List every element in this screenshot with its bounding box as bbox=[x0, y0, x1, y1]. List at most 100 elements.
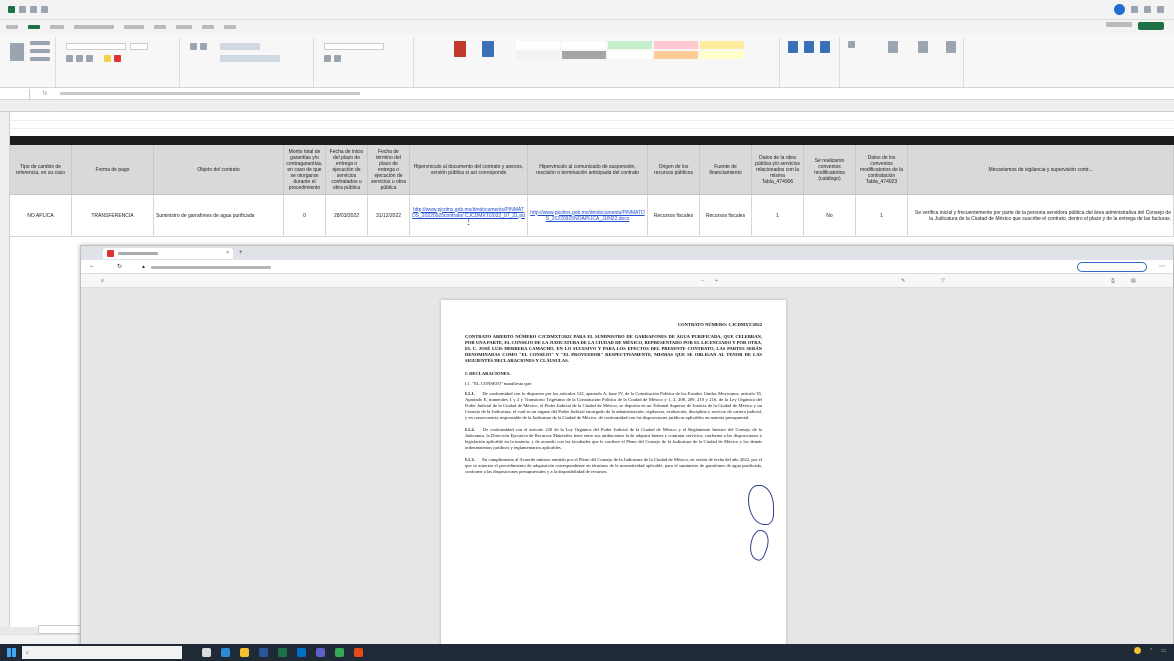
column-headers[interactable]: · bbox=[0, 100, 1174, 112]
cut-icon[interactable] bbox=[30, 41, 50, 45]
header-cell-hipervinculo-contrato[interactable]: Hipervínculo al documento del contrato y… bbox=[410, 145, 528, 195]
italic-icon[interactable] bbox=[76, 55, 83, 62]
zoom-out-icon[interactable]: − bbox=[701, 278, 704, 284]
print-icon[interactable]: ⎙ bbox=[1111, 278, 1115, 284]
back-icon[interactable]: ← bbox=[89, 263, 95, 269]
find-select-icon[interactable] bbox=[918, 41, 928, 53]
taskbar-search[interactable]: ⌕ bbox=[22, 646, 182, 659]
page-indicator[interactable]: ≡ bbox=[101, 278, 104, 284]
cell-hipervinculo-suspension[interactable]: http://www.pjcdmx.gob.mx/dmdocuments/PIN… bbox=[528, 195, 648, 237]
cell-mecanismos[interactable]: Se verifica inicial y frecuentemente por… bbox=[908, 195, 1174, 237]
cell-monto-garantias[interactable]: 0 bbox=[284, 195, 326, 237]
header-cell-forma-pago[interactable]: Forma de pago bbox=[72, 145, 154, 195]
browser-search-pill[interactable] bbox=[1077, 262, 1147, 272]
header-cell-fecha-inicio[interactable]: Fecha de inicio del plazo de entrega o e… bbox=[326, 145, 368, 195]
cell-forma-pago[interactable]: TRANSFERENCIA bbox=[72, 195, 154, 237]
chrome-icon[interactable] bbox=[335, 648, 344, 657]
header-cell-datos-convenios[interactable]: Datos de los convenios modificatorios de… bbox=[856, 145, 908, 195]
tab-insertar-icon[interactable] bbox=[50, 25, 64, 29]
header-cell-monto-garantias[interactable]: Monto total de garantías y/o contragaran… bbox=[284, 145, 326, 195]
cell-hipervinculo-contrato[interactable]: http://www.pjcdmx.gob.mx/dmdocuments/PIN… bbox=[410, 195, 528, 237]
autosum-icon[interactable] bbox=[848, 41, 855, 48]
wrap-text-icon[interactable] bbox=[220, 43, 260, 50]
cell-convenios[interactable]: No bbox=[804, 195, 856, 237]
currency-icon[interactable] bbox=[324, 55, 331, 62]
maximize-icon[interactable] bbox=[1144, 6, 1151, 13]
insert-cells-icon[interactable] bbox=[788, 41, 798, 53]
font-size-select[interactable] bbox=[130, 43, 148, 50]
style-celda-comprobacion[interactable] bbox=[562, 51, 606, 59]
delete-cells-icon[interactable] bbox=[804, 41, 814, 53]
format-as-table-icon[interactable] bbox=[482, 41, 494, 57]
save-icon[interactable] bbox=[30, 6, 37, 13]
align-left-icon[interactable] bbox=[190, 43, 197, 50]
minimize-icon[interactable] bbox=[1131, 6, 1138, 13]
header-cell-datos-obra[interactable]: Datos de la obra pública y/o servicios r… bbox=[752, 145, 804, 195]
cell-fecha-termino[interactable]: 31/12/2022 bbox=[368, 195, 410, 237]
paste-icon[interactable] bbox=[10, 43, 24, 61]
share-button[interactable] bbox=[1138, 22, 1164, 30]
analyze-data-icon[interactable] bbox=[946, 41, 956, 53]
style-celda-vinculada[interactable] bbox=[608, 51, 652, 59]
url-input[interactable]: ▲ bbox=[141, 262, 981, 272]
align-center-icon[interactable] bbox=[200, 43, 207, 50]
header-cell-convenios[interactable]: Se realizaron convenios modificatorios (… bbox=[804, 145, 856, 195]
style-incorrecto[interactable] bbox=[654, 41, 698, 49]
header-cell-objeto[interactable]: Objeto del contrato bbox=[154, 145, 284, 195]
style-normal[interactable] bbox=[562, 41, 606, 49]
close-icon[interactable] bbox=[1157, 6, 1164, 13]
tab-archivo-icon[interactable] bbox=[6, 25, 18, 29]
edge-icon[interactable] bbox=[221, 648, 230, 657]
font-family-select[interactable] bbox=[66, 43, 126, 50]
format-cells-icon[interactable] bbox=[820, 41, 830, 53]
percent-icon[interactable] bbox=[334, 55, 341, 62]
header-cell-hipervinculo-suspension[interactable]: Hipervínculo al comunicado de suspensión… bbox=[528, 145, 648, 195]
tab-vista-icon[interactable] bbox=[202, 25, 214, 29]
tray-icons[interactable]: ⌃ bbox=[1149, 648, 1153, 654]
cell-origen-recursos[interactable]: Recursos fiscales bbox=[648, 195, 700, 237]
pdf-viewport[interactable]: CONTRATO NÚMERO: CJCDMXT/2022 CONTRATO A… bbox=[81, 288, 1173, 650]
excel-icon[interactable] bbox=[278, 648, 287, 657]
cell-fuente-financiamiento[interactable]: Recursos fiscales bbox=[700, 195, 752, 237]
zoom-in-icon[interactable]: + bbox=[715, 278, 718, 284]
format-painter-icon[interactable] bbox=[30, 57, 50, 61]
weather-icon[interactable] bbox=[1134, 647, 1142, 654]
comments-icon[interactable] bbox=[1106, 22, 1132, 27]
copy-icon[interactable] bbox=[30, 49, 50, 53]
avatar[interactable] bbox=[1114, 4, 1125, 15]
tab-formulas-icon[interactable] bbox=[124, 25, 144, 29]
style-calculo[interactable] bbox=[516, 51, 560, 59]
clock[interactable]: ▭ bbox=[1161, 648, 1166, 654]
header-cell-origen-recursos[interactable]: Origen de los recursos públicos bbox=[648, 145, 700, 195]
autosave-toggle-icon[interactable] bbox=[19, 6, 26, 13]
row-headers[interactable] bbox=[0, 112, 10, 627]
reload-icon[interactable]: ↻ bbox=[117, 263, 122, 270]
cell-datos-convenios[interactable]: 1 bbox=[856, 195, 908, 237]
cell-objeto[interactable]: Suministro de garrafones de agua purific… bbox=[154, 195, 284, 237]
start-button[interactable] bbox=[0, 644, 22, 661]
bold-icon[interactable] bbox=[66, 55, 73, 62]
task-view-icon[interactable] bbox=[202, 648, 211, 657]
cell-tipo-cambio[interactable]: NO APLICA bbox=[10, 195, 72, 237]
cell-datos-obra[interactable]: 1 bbox=[752, 195, 804, 237]
file-explorer-icon[interactable] bbox=[240, 648, 249, 657]
fx-icon[interactable]: fx bbox=[30, 91, 60, 97]
outlook-icon[interactable] bbox=[297, 648, 306, 657]
style-entrada[interactable] bbox=[654, 51, 698, 59]
menu-icon[interactable]: ⋯ bbox=[1159, 263, 1165, 270]
underline-icon[interactable] bbox=[86, 55, 93, 62]
header-cell-tipo-cambio[interactable]: Tipo de cambio de referencia, en su caso bbox=[10, 145, 72, 195]
highlight-icon[interactable]: ▽ bbox=[941, 278, 945, 284]
conditional-format-icon[interactable] bbox=[454, 41, 466, 57]
photos-icon[interactable] bbox=[354, 648, 363, 657]
save-pdf-icon[interactable]: ▤ bbox=[1131, 278, 1136, 284]
tab-inicio-icon[interactable] bbox=[28, 25, 40, 29]
tab-datos-icon[interactable] bbox=[154, 25, 166, 29]
formula-input[interactable] bbox=[60, 92, 360, 95]
undo-icon[interactable] bbox=[41, 6, 48, 13]
new-tab-icon[interactable]: + bbox=[239, 250, 243, 256]
font-color-icon[interactable] bbox=[114, 55, 121, 62]
style-notas[interactable] bbox=[700, 51, 744, 59]
header-cell-fuente-financiamiento[interactable]: Fuente de financiamiento bbox=[700, 145, 752, 195]
teams-icon[interactable] bbox=[316, 648, 325, 657]
